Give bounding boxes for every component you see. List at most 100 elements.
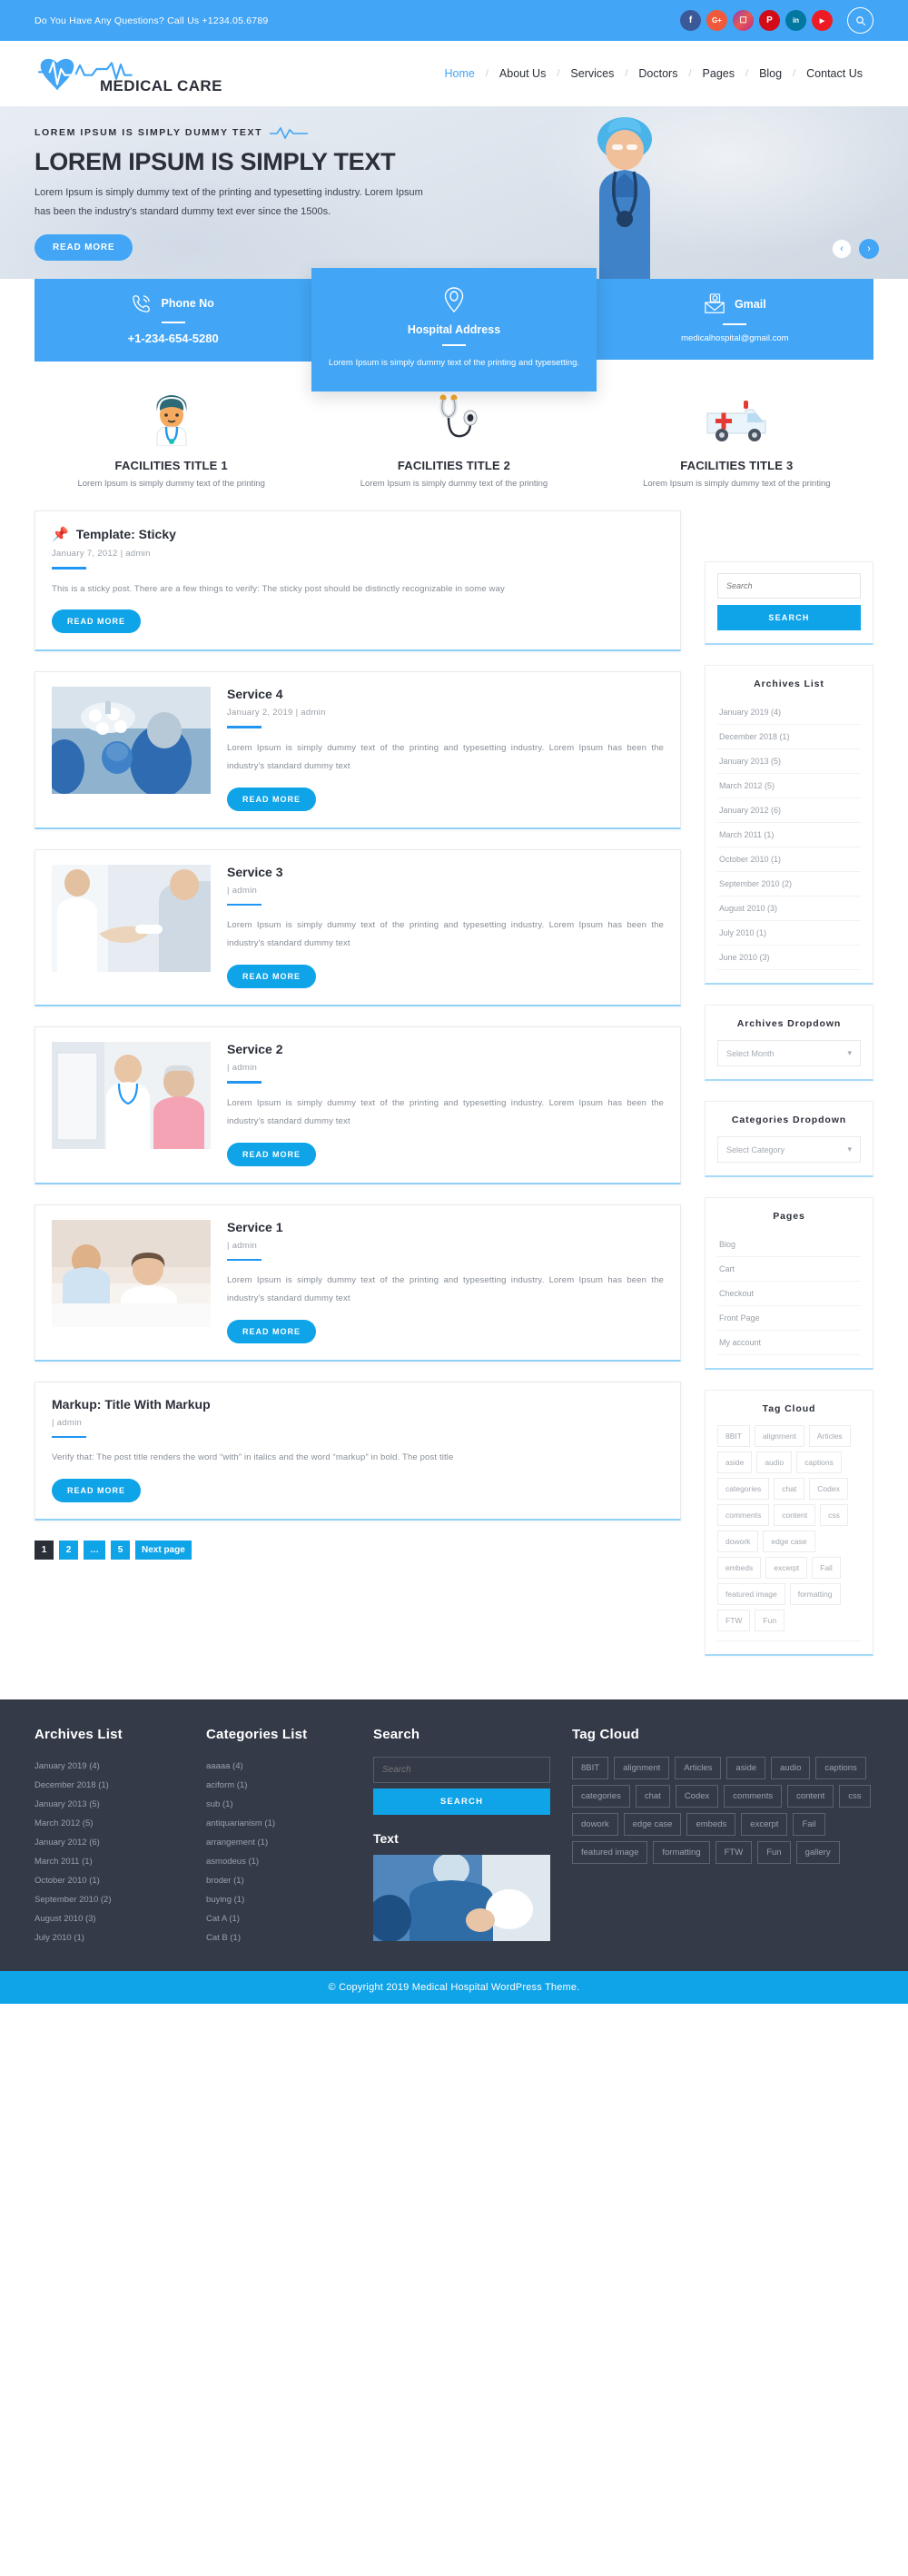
footer-archive-item[interactable]: March 2011 (1) bbox=[35, 1852, 184, 1871]
footer-tag-item[interactable]: Fun bbox=[757, 1841, 791, 1864]
tag-item[interactable]: Codex bbox=[809, 1478, 848, 1500]
tag-item[interactable]: categories bbox=[717, 1478, 770, 1500]
post-thumbnail[interactable] bbox=[52, 1042, 211, 1150]
footer-tag-item[interactable]: chat bbox=[635, 1785, 670, 1808]
pagination-ellipsis[interactable]: … bbox=[84, 1541, 105, 1560]
footer-tag-item[interactable]: captions bbox=[815, 1757, 866, 1779]
site-logo[interactable]: MEDICAL CARE bbox=[35, 50, 262, 97]
tag-item[interactable]: css bbox=[820, 1504, 848, 1526]
sidebar-search-input[interactable] bbox=[717, 573, 861, 599]
pagination-page-2[interactable]: 2 bbox=[59, 1541, 78, 1560]
tag-item[interactable]: Fail bbox=[812, 1557, 841, 1579]
page-item[interactable]: Front Page bbox=[717, 1306, 861, 1331]
page-item[interactable]: Blog bbox=[717, 1233, 861, 1257]
page-item[interactable]: Checkout bbox=[717, 1282, 861, 1306]
footer-archive-item[interactable]: January 2012 (6) bbox=[35, 1833, 184, 1852]
tag-item[interactable]: featured image bbox=[717, 1583, 785, 1605]
footer-tag-item[interactable]: comments bbox=[724, 1785, 783, 1808]
footer-tag-item[interactable]: Codex bbox=[675, 1785, 719, 1808]
footer-category-item[interactable]: buying (1) bbox=[206, 1890, 351, 1909]
pagination-page-1[interactable]: 1 bbox=[35, 1541, 54, 1560]
footer-category-item[interactable]: arrangement (1) bbox=[206, 1833, 351, 1852]
footer-archive-item[interactable]: December 2018 (1) bbox=[35, 1776, 184, 1795]
footer-tag-item[interactable]: FTW bbox=[715, 1841, 753, 1864]
post-title[interactable]: Markup: Title With Markup bbox=[52, 1397, 664, 1412]
tag-item[interactable]: content bbox=[774, 1504, 816, 1526]
tag-item[interactable]: formatting bbox=[789, 1583, 841, 1605]
hero-read-more-button[interactable]: READ MORE bbox=[35, 233, 133, 261]
page-item[interactable]: My account bbox=[717, 1331, 861, 1355]
tag-item[interactable]: edge case bbox=[763, 1531, 815, 1552]
tag-item[interactable]: FTW bbox=[717, 1610, 751, 1631]
footer-search-button[interactable]: SEARCH bbox=[373, 1788, 550, 1815]
archive-item[interactable]: January 2013 (5) bbox=[717, 749, 861, 774]
nav-item-services[interactable]: Services bbox=[559, 67, 625, 80]
archive-item[interactable]: January 2012 (6) bbox=[717, 798, 861, 823]
tag-item[interactable]: comments bbox=[717, 1504, 770, 1526]
footer-tag-item[interactable]: Articles bbox=[675, 1757, 722, 1779]
footer-tag-item[interactable]: categories bbox=[572, 1785, 630, 1808]
footer-category-item[interactable]: broder (1) bbox=[206, 1871, 351, 1890]
footer-archive-item[interactable]: August 2010 (3) bbox=[35, 1909, 184, 1928]
archive-item[interactable]: July 2010 (1) bbox=[717, 921, 861, 946]
footer-tag-item[interactable]: aside bbox=[726, 1757, 766, 1779]
footer-tag-item[interactable]: dowork bbox=[572, 1813, 618, 1836]
archive-item[interactable]: June 2010 (3) bbox=[717, 946, 861, 970]
archive-item[interactable]: March 2011 (1) bbox=[717, 823, 861, 847]
tag-item[interactable]: captions bbox=[796, 1451, 842, 1473]
footer-tag-item[interactable]: edge case bbox=[623, 1813, 682, 1836]
footer-tag-item[interactable]: formatting bbox=[653, 1841, 710, 1864]
instagram-icon[interactable]: ☐ bbox=[733, 10, 754, 31]
categories-dropdown-select[interactable]: Select Category ▾ bbox=[717, 1136, 861, 1163]
post-read-more-button[interactable]: READ MORE bbox=[227, 1319, 317, 1343]
tag-item[interactable]: 8BIT bbox=[717, 1425, 750, 1447]
tag-item[interactable]: Fun bbox=[755, 1610, 785, 1631]
post-read-more-button[interactable]: READ MORE bbox=[227, 787, 317, 811]
info-box-gmail-value[interactable]: medicalhospital@gmail.com bbox=[609, 333, 861, 343]
footer-archive-item[interactable]: January 2013 (5) bbox=[35, 1795, 184, 1814]
footer-tag-item[interactable]: 8BIT bbox=[572, 1757, 609, 1779]
pinterest-icon[interactable]: P bbox=[759, 10, 780, 31]
footer-search-input[interactable] bbox=[373, 1757, 550, 1783]
footer-category-item[interactable]: sub (1) bbox=[206, 1795, 351, 1814]
post-title[interactable]: Template: Sticky bbox=[76, 527, 176, 541]
post-thumbnail[interactable] bbox=[52, 687, 211, 795]
footer-tag-item[interactable]: content bbox=[787, 1785, 834, 1808]
nav-item-contact-us[interactable]: Contact Us bbox=[795, 67, 873, 80]
archives-dropdown-select[interactable]: Select Month ▾ bbox=[717, 1040, 861, 1066]
footer-tag-item[interactable]: excerpt bbox=[741, 1813, 788, 1836]
info-box-phone-value[interactable]: +1-234-654-5280 bbox=[47, 332, 299, 345]
footer-tag-item[interactable]: audio bbox=[771, 1757, 811, 1779]
archive-item[interactable]: October 2010 (1) bbox=[717, 847, 861, 872]
pagination-page-5[interactable]: 5 bbox=[111, 1541, 130, 1560]
youtube-icon[interactable]: ▶ bbox=[812, 10, 833, 31]
nav-item-doctors[interactable]: Doctors bbox=[627, 67, 688, 80]
slider-prev-button[interactable]: ‹ bbox=[832, 239, 852, 259]
google-plus-icon[interactable]: G+ bbox=[706, 10, 727, 31]
post-title[interactable]: Service 3 bbox=[227, 865, 664, 879]
tag-item[interactable]: audio bbox=[756, 1451, 793, 1473]
search-toggle-button[interactable] bbox=[847, 7, 873, 34]
tag-item[interactable]: chat bbox=[774, 1478, 805, 1500]
archive-item[interactable]: March 2012 (5) bbox=[717, 774, 861, 798]
tag-item[interactable]: excerpt bbox=[765, 1557, 808, 1579]
nav-item-blog[interactable]: Blog bbox=[748, 67, 793, 80]
footer-tag-item[interactable]: Fail bbox=[793, 1813, 825, 1836]
facebook-icon[interactable]: f bbox=[680, 10, 701, 31]
post-thumbnail[interactable] bbox=[52, 1219, 211, 1327]
tag-item[interactable]: alignment bbox=[754, 1425, 804, 1447]
tag-item[interactable]: Articles bbox=[808, 1425, 851, 1447]
footer-archive-item[interactable]: July 2010 (1) bbox=[35, 1928, 184, 1947]
post-read-more-button[interactable]: READ MORE bbox=[52, 1479, 142, 1503]
footer-category-item[interactable]: aaaaa (4) bbox=[206, 1757, 351, 1776]
footer-category-item[interactable]: aciform (1) bbox=[206, 1776, 351, 1795]
archive-item[interactable]: August 2010 (3) bbox=[717, 897, 861, 921]
nav-item-about-us[interactable]: About Us bbox=[489, 67, 557, 80]
footer-archive-item[interactable]: March 2012 (5) bbox=[35, 1814, 184, 1833]
archive-item[interactable]: January 2019 (4) bbox=[717, 700, 861, 725]
footer-archive-item[interactable]: October 2010 (1) bbox=[35, 1871, 184, 1890]
footer-tag-item[interactable]: featured image bbox=[572, 1841, 648, 1864]
post-thumbnail[interactable] bbox=[52, 864, 211, 972]
footer-archive-item[interactable]: September 2010 (2) bbox=[35, 1890, 184, 1909]
footer-category-item[interactable]: asmodeus (1) bbox=[206, 1852, 351, 1871]
